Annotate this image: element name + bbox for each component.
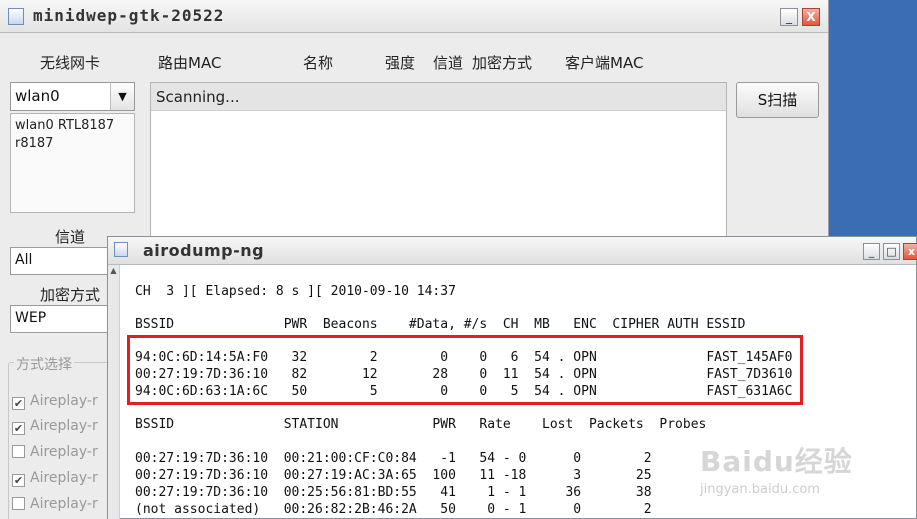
interface-details-line: wlan0 RTL8187 <box>15 118 115 133</box>
interface-details-line: r8187 <box>15 136 54 151</box>
checkbox-check-icon[interactable]: ✔ <box>12 397 25 410</box>
ap-highlight-box <box>127 335 803 405</box>
ap-table-header: BSSID PWR Beacons #Data, #/s CH MB ENC C… <box>135 317 746 332</box>
term-minimize-icon[interactable]: _ <box>863 243 880 260</box>
station-table-row: 00:27:19:7D:36:10 00:21:00:CF:C0:84 -1 5… <box>135 451 652 466</box>
station-table-row: 00:27:19:7D:36:10 00:25:56:81:BD:55 41 1… <box>135 485 652 500</box>
watermark-url: jingyan.baidu.com <box>700 482 820 497</box>
mode-checkbox[interactable]: Aireplay-r <box>12 496 98 512</box>
airodump-window-title: airodump-ng <box>143 241 265 260</box>
mode-checkbox-label: Aireplay-r <box>30 496 98 512</box>
term-close-icon[interactable]: x <box>903 243 917 260</box>
encryption-select[interactable]: WEP <box>10 305 110 333</box>
encryption-select-value: WEP <box>15 310 47 326</box>
baidu-watermark: Baidu经验 jingyan.baidu.com <box>700 440 870 500</box>
header-strength: 强度 <box>385 54 416 72</box>
mode-checkbox-label: Aireplay-r <box>30 444 98 460</box>
checkbox-check-icon[interactable] <box>12 497 25 510</box>
channel-select-value: All <box>15 252 33 268</box>
header-encryption: 加密方式 <box>472 54 533 72</box>
app-window-icon <box>8 8 24 25</box>
header-client-mac: 客户端MAC <box>565 54 644 72</box>
scan-status: Scanning... <box>151 83 726 111</box>
scan-button[interactable]: S扫描 <box>736 82 819 118</box>
header-name: 名称 <box>303 54 334 72</box>
interface-select[interactable]: wlan0 ▼ <box>10 82 135 111</box>
term-maximize-icon[interactable]: □ <box>883 243 900 260</box>
channel-label: 信道 <box>55 228 86 246</box>
mode-checkbox[interactable]: ✔ Aireplay-r <box>12 470 98 487</box>
channel-select[interactable]: All <box>10 247 110 275</box>
dropdown-arrow-icon[interactable]: ▼ <box>110 83 134 110</box>
mode-checkbox[interactable]: Aireplay-r <box>12 444 98 460</box>
main-titlebar[interactable]: minidwep-gtk-20522 _ X <box>0 0 828 33</box>
scroll-up-arrow-icon[interactable]: ▲ <box>109 266 118 275</box>
mode-checkbox-label: Aireplay-r <box>30 418 98 434</box>
station-table-header: BSSID STATION PWR Rate Lost Packets Prob… <box>135 417 707 432</box>
station-table-row: 00:27:19:7D:36:10 00:27:19:AC:3A:65 100 … <box>135 468 652 483</box>
interface-details: wlan0 RTL8187 r8187 <box>10 113 135 213</box>
checkbox-check-icon[interactable]: ✔ <box>12 474 25 487</box>
mode-group-title: 方式选择 <box>14 354 74 374</box>
airodump-titlebar[interactable]: airodump-ng _ □ x <box>108 237 917 265</box>
checkbox-check-icon[interactable]: ✔ <box>12 422 25 435</box>
header-router-mac: 路由MAC <box>158 54 222 72</box>
checkbox-check-icon[interactable] <box>12 445 25 458</box>
scan-results-list[interactable]: Scanning... <box>150 82 727 237</box>
close-button[interactable]: X <box>802 8 820 26</box>
minimize-button[interactable]: _ <box>780 8 798 26</box>
main-window-title: minidwep-gtk-20522 <box>33 6 225 25</box>
mode-checkbox[interactable]: ✔ Aireplay-r <box>12 393 98 410</box>
encryption-label: 加密方式 <box>40 286 101 304</box>
station-table-row: (not associated) 00:26:82:2B:46:2A 50 0 … <box>135 502 652 517</box>
watermark-logo: Baidu经验 <box>700 445 853 478</box>
terminal-scrollbar[interactable]: ▲ <box>108 265 120 519</box>
mode-checkbox-label: Aireplay-r <box>30 393 98 409</box>
header-channel: 信道 <box>433 54 464 72</box>
terminal-window-icon <box>114 242 128 257</box>
header-wireless-card: 无线网卡 <box>40 54 101 72</box>
airodump-status-line: CH 3 ][ Elapsed: 8 s ][ 2010-09-10 14:37 <box>135 284 456 299</box>
mode-checkbox[interactable]: ✔ Aireplay-r <box>12 418 98 435</box>
interface-select-value: wlan0 <box>15 87 60 105</box>
mode-checkbox-label: Aireplay-r <box>30 470 98 486</box>
